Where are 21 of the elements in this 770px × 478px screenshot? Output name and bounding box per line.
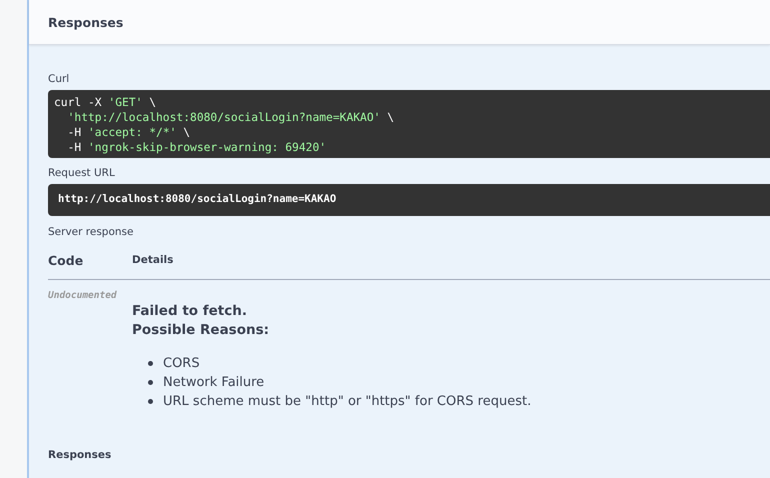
responses-label: Responses (48, 449, 112, 461)
bullet-icon (148, 399, 153, 404)
reason-item: URL scheme must be "http" or "https" for CORS request. (163, 393, 532, 411)
error-message: Possible Reasons: (132, 321, 270, 340)
reason-item: CORS (163, 355, 200, 373)
server-response-label: Server response (48, 226, 134, 238)
curl-label: Curl (48, 73, 70, 85)
bullet-icon (148, 361, 153, 366)
code-line: 'http://localhost:8080/socialLogin?name=KAKAO' \ (66, 110, 394, 125)
request-url-label: Request URL (48, 167, 115, 179)
response-code: Undocumented (48, 290, 118, 303)
reason-item: Network Failure (163, 374, 264, 392)
bullet-icon (148, 380, 153, 385)
code-line: -H 'ngrok-skip-browser-warning: 69420' (66, 140, 326, 155)
code-line: curl -X 'GET' \ (54, 95, 156, 110)
column-header: Code (48, 252, 84, 268)
column-header: Details (132, 254, 174, 266)
code-line: -H 'accept: */*' \ (66, 125, 190, 140)
request-url-block: http://localhost:8080/socialLogin?name=KAKAO (48, 184, 770, 216)
error-message: Failed to fetch. (132, 302, 247, 321)
section-title: Responses (48, 14, 124, 30)
